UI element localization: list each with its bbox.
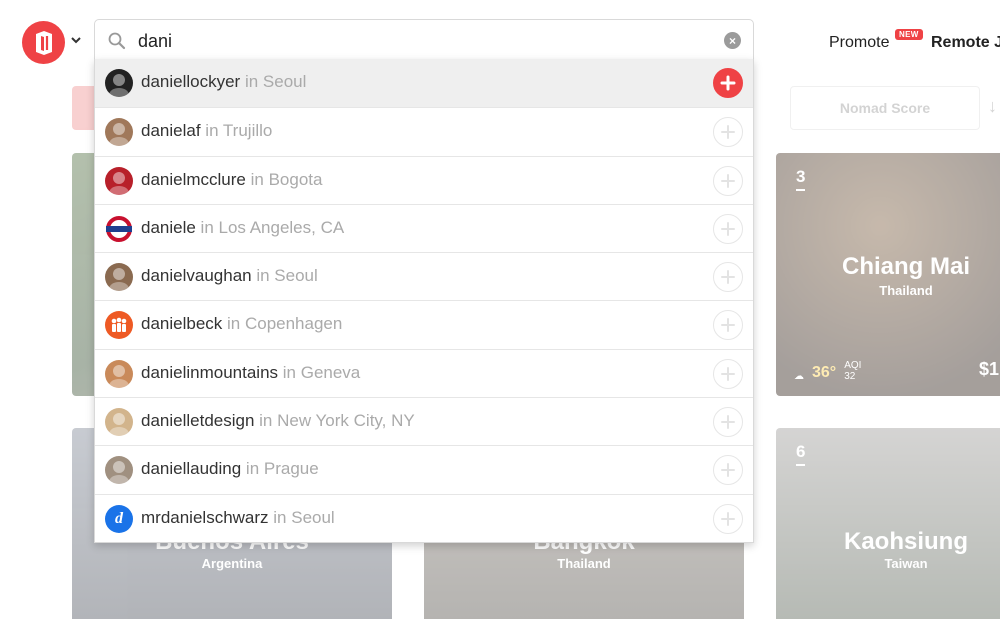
result-username: danielinmountains (141, 362, 279, 382)
city-card: 3 Chiang Mai Thailand ☁ 36° AQI 32 $1 (776, 153, 1000, 396)
add-plus-icon[interactable] (713, 358, 743, 389)
city-country: Thailand (879, 283, 933, 298)
city-card: 6 Kaohsiung Taiwan (776, 428, 1000, 619)
result-label: danielinmountains in Geneva (141, 363, 360, 383)
result-location: in Geneva (278, 362, 361, 382)
result-label: mrdanielschwarz in Seoul (141, 508, 335, 528)
search-results-dropdown: daniellockyer in Seoul danielaf in Trujil… (94, 59, 754, 543)
city-stats: ☁ 36° AQI 32 (794, 360, 861, 382)
city-country: Taiwan (884, 556, 928, 571)
search-result-item[interactable]: danielmcclure in Bogota (95, 155, 753, 204)
avatar (105, 118, 133, 147)
result-label: danielaf in Trujillo (141, 121, 272, 141)
add-plus-icon[interactable] (713, 68, 743, 98)
result-location: in Copenhagen (222, 314, 343, 334)
result-label: danielvaughan in Seoul (141, 266, 318, 286)
add-plus-icon[interactable] (713, 455, 743, 486)
add-plus-icon[interactable] (713, 407, 743, 438)
city-rank: 3 (796, 167, 806, 191)
result-label: daniellockyer in Seoul (141, 72, 306, 92)
result-username: daniellockyer (141, 72, 241, 91)
search-result-item[interactable]: daniele in Los Angeles, CA (95, 203, 753, 253)
result-location: in Seoul (240, 72, 307, 91)
avatar (105, 69, 133, 97)
nomadlist-logo-icon[interactable] (22, 21, 65, 64)
city-name: Kaohsiung (844, 528, 968, 555)
result-location: in Prague (241, 459, 319, 479)
result-label: danielbeck in Copenhagen (141, 314, 342, 334)
city-rank: 6 (796, 442, 806, 466)
result-username: daniellauding (141, 459, 242, 479)
clear-icon[interactable]: × (724, 32, 741, 49)
avatar (105, 456, 133, 485)
add-plus-icon[interactable] (713, 503, 743, 534)
avatar (105, 166, 133, 195)
avatar (105, 214, 133, 243)
result-label: danielletdesign in New York City, NY (141, 411, 415, 431)
result-label: danielmcclure in Bogota (141, 170, 322, 190)
app-root: Nomad Score ↓ 3 Chiang Mai Thailand ☁ 36… (0, 0, 1000, 619)
search-result-item[interactable]: danielinmountains in Geneva (95, 348, 753, 398)
search-icon (108, 32, 126, 50)
avatar (105, 408, 133, 437)
search-input[interactable] (138, 28, 698, 54)
remote-jobs-link[interactable]: Remote J (931, 34, 1000, 52)
result-username: danielletdesign (141, 411, 255, 431)
avatar (105, 263, 133, 292)
result-username: daniele (141, 217, 196, 237)
new-badge: NEW (895, 29, 923, 40)
city-aqi: AQI 32 (844, 360, 862, 382)
result-label: daniellauding in Prague (141, 459, 319, 479)
avatar: d (105, 504, 133, 533)
search-result-item[interactable]: daniellockyer in Seoul (95, 59, 753, 108)
city-country: Argentina (201, 556, 263, 571)
city-temperature: 36° (812, 364, 837, 381)
chevron-down-icon[interactable] (69, 33, 83, 47)
add-plus-icon[interactable] (713, 262, 743, 293)
result-username: danielaf (141, 121, 201, 141)
add-plus-icon[interactable] (713, 165, 743, 196)
city-country: Thailand (557, 556, 611, 571)
promote-link[interactable]: Promote (829, 34, 889, 52)
result-location: in New York City, NY (254, 411, 415, 431)
avatar (105, 311, 133, 340)
add-plus-icon[interactable] (713, 310, 743, 341)
sort-arrow-icon: ↓ (988, 96, 997, 116)
result-location: in Los Angeles, CA (195, 217, 345, 237)
result-location: in Bogota (245, 169, 323, 189)
result-label: daniele in Los Angeles, CA (141, 218, 344, 238)
search-result-item[interactable]: d mrdanielschwarz in Seoul (95, 493, 753, 542)
search-box: × (94, 19, 754, 61)
result-username: danielmcclure (141, 169, 246, 189)
search-result-item[interactable]: danielbeck in Copenhagen (95, 300, 753, 349)
search-result-item[interactable]: daniellauding in Prague (95, 445, 753, 494)
city-cost: $1 (979, 359, 1000, 379)
sort-select: Nomad Score (790, 86, 980, 130)
add-plus-icon[interactable] (713, 117, 743, 148)
add-plus-icon[interactable] (713, 213, 743, 244)
avatar (105, 359, 133, 388)
result-username: mrdanielschwarz (141, 507, 269, 527)
result-location: in Seoul (251, 266, 318, 286)
city-name: Chiang Mai (841, 253, 970, 280)
result-location: in Trujillo (200, 121, 273, 141)
result-username: danielvaughan (141, 266, 252, 286)
result-username: danielbeck (141, 314, 223, 334)
cloud-rain-icon: ☁ (794, 371, 804, 382)
search-result-item[interactable]: danielletdesign in New York City, NY (95, 397, 753, 446)
search-result-item[interactable]: danielvaughan in Seoul (95, 252, 753, 301)
search-result-item[interactable]: danielaf in Trujillo (95, 107, 753, 156)
result-location: in Seoul (268, 507, 335, 527)
